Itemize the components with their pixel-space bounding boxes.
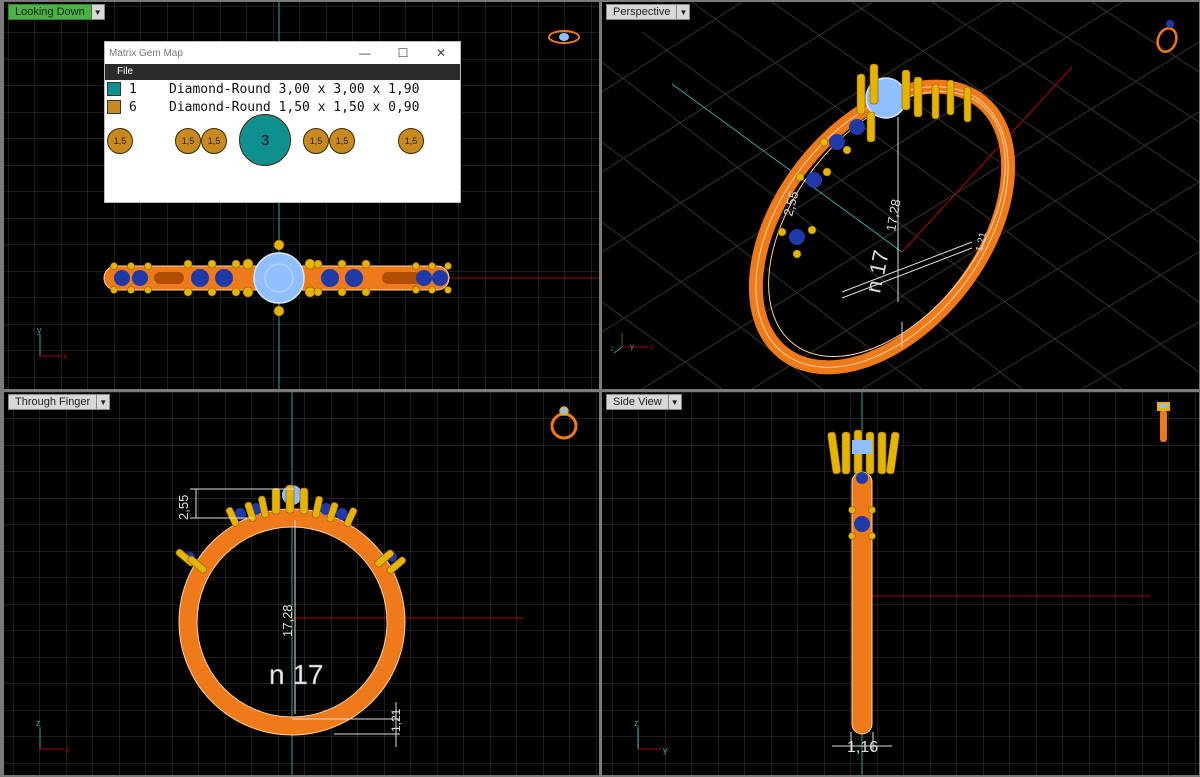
axis-indicator: z y [634,718,668,755]
gem-count: 1 [129,81,137,97]
viewport-dropdown-icon[interactable]: ▼ [97,394,111,410]
axis-indicator: z x [36,718,70,755]
viewport-label: Perspective [606,4,678,20]
gem-description: Diamond-Round 3,00 x 3,00 x 1,90 [169,81,420,97]
ring-size-label: n 17 [269,659,324,690]
grid: 2,55 17,28 n 17 1,21 [4,392,599,775]
svg-text:y: y [663,745,668,755]
grid: 1,16 [602,392,1199,775]
dim-inner-label: 17,28 [883,198,903,233]
viewport-tab-side-view[interactable]: Side View ▼ [606,394,682,410]
viewport-tab-perspective[interactable]: Perspective ▼ [606,4,691,20]
gem-map-window[interactable]: Matrix Gem Map — ☐ ✕ File 1 Diamond-Roun… [105,42,460,202]
gem-row: 1 Diamond-Round 3,00 x 3,00 x 1,90 [105,80,460,98]
gem-disk-small: 1,5 [175,128,201,154]
ring-orientation-icon[interactable] [1154,400,1174,446]
viewport-side-view[interactable]: 1,16 Side View ▼ z y [602,392,1199,775]
gem-map-menubar: File [105,64,460,80]
perspective-grid: 2,55 17,28 n 17 1,21 [602,2,1199,389]
minimize-button[interactable]: — [346,46,384,60]
gem-color-swatch [107,100,121,114]
dim-thickness-label: 1,21 [389,708,403,732]
svg-text:x: x [63,351,68,361]
viewport-perspective[interactable]: 2,55 17,28 n 17 1,21 Perspective ▼ x y z [602,2,1199,389]
viewport-dropdown-icon[interactable]: ▼ [668,394,682,410]
close-button[interactable]: ✕ [422,46,460,60]
gem-disk-small: 1,5 [303,128,329,154]
ring-orientation-icon[interactable] [547,28,581,46]
gem-disk-layout: 1,5 1,5 1,5 3 1,5 1,5 1,5 [105,114,460,176]
viewport-through-finger[interactable]: 2,55 17,28 n 17 1,21 Through Finger ▼ z … [4,392,599,775]
viewport-label: Through Finger [8,394,98,410]
gem-description: Diamond-Round 1,50 x 1,50 x 0,90 [169,99,420,115]
gem-disk-small: 1,5 [398,128,424,154]
svg-text:y: y [37,325,42,335]
svg-text:x: x [650,342,654,351]
svg-text:x: x [65,745,70,755]
axis-indicator: x y z [610,333,654,354]
viewport-label: Side View [606,394,669,410]
gem-count: 6 [129,99,137,115]
svg-text:z: z [610,344,614,353]
ring-orientation-icon[interactable] [548,402,580,442]
gem-map-title: Matrix Gem Map [109,47,183,59]
svg-text:y: y [630,342,634,351]
maximize-button[interactable]: ☐ [384,46,422,60]
ring-orientation-icon[interactable] [1154,16,1182,54]
viewport-tab-through-finger[interactable]: Through Finger ▼ [8,394,111,410]
ring-perspective-view [748,63,1016,375]
ring-size-label: n 17 [860,248,893,295]
menu-file[interactable]: File [117,66,133,77]
axis-indicator: y x [37,325,68,361]
gem-disk-small: 1,5 [329,128,355,154]
dim-width-label: 1,16 [847,739,878,756]
gem-row: 6 Diamond-Round 1,50 x 1,50 x 0,90 [105,98,460,116]
gem-disk-small: 1,5 [107,128,133,154]
dim-inner-label: 17,28 [280,604,295,637]
viewport-tab-looking-down[interactable]: Looking Down ▼ [8,4,105,20]
gem-disk-large: 3 [239,114,291,166]
gem-disk-small: 1,5 [201,128,227,154]
viewport-dropdown-icon[interactable]: ▼ [677,4,691,20]
svg-text:z: z [634,718,639,728]
gem-map-titlebar[interactable]: Matrix Gem Map — ☐ ✕ [105,42,460,64]
viewport-label: Looking Down [8,4,92,20]
gem-color-swatch [107,82,121,96]
viewport-dropdown-icon[interactable]: ▼ [91,4,105,20]
dim-height-label: 2,55 [176,495,191,520]
svg-text:z: z [36,718,41,728]
